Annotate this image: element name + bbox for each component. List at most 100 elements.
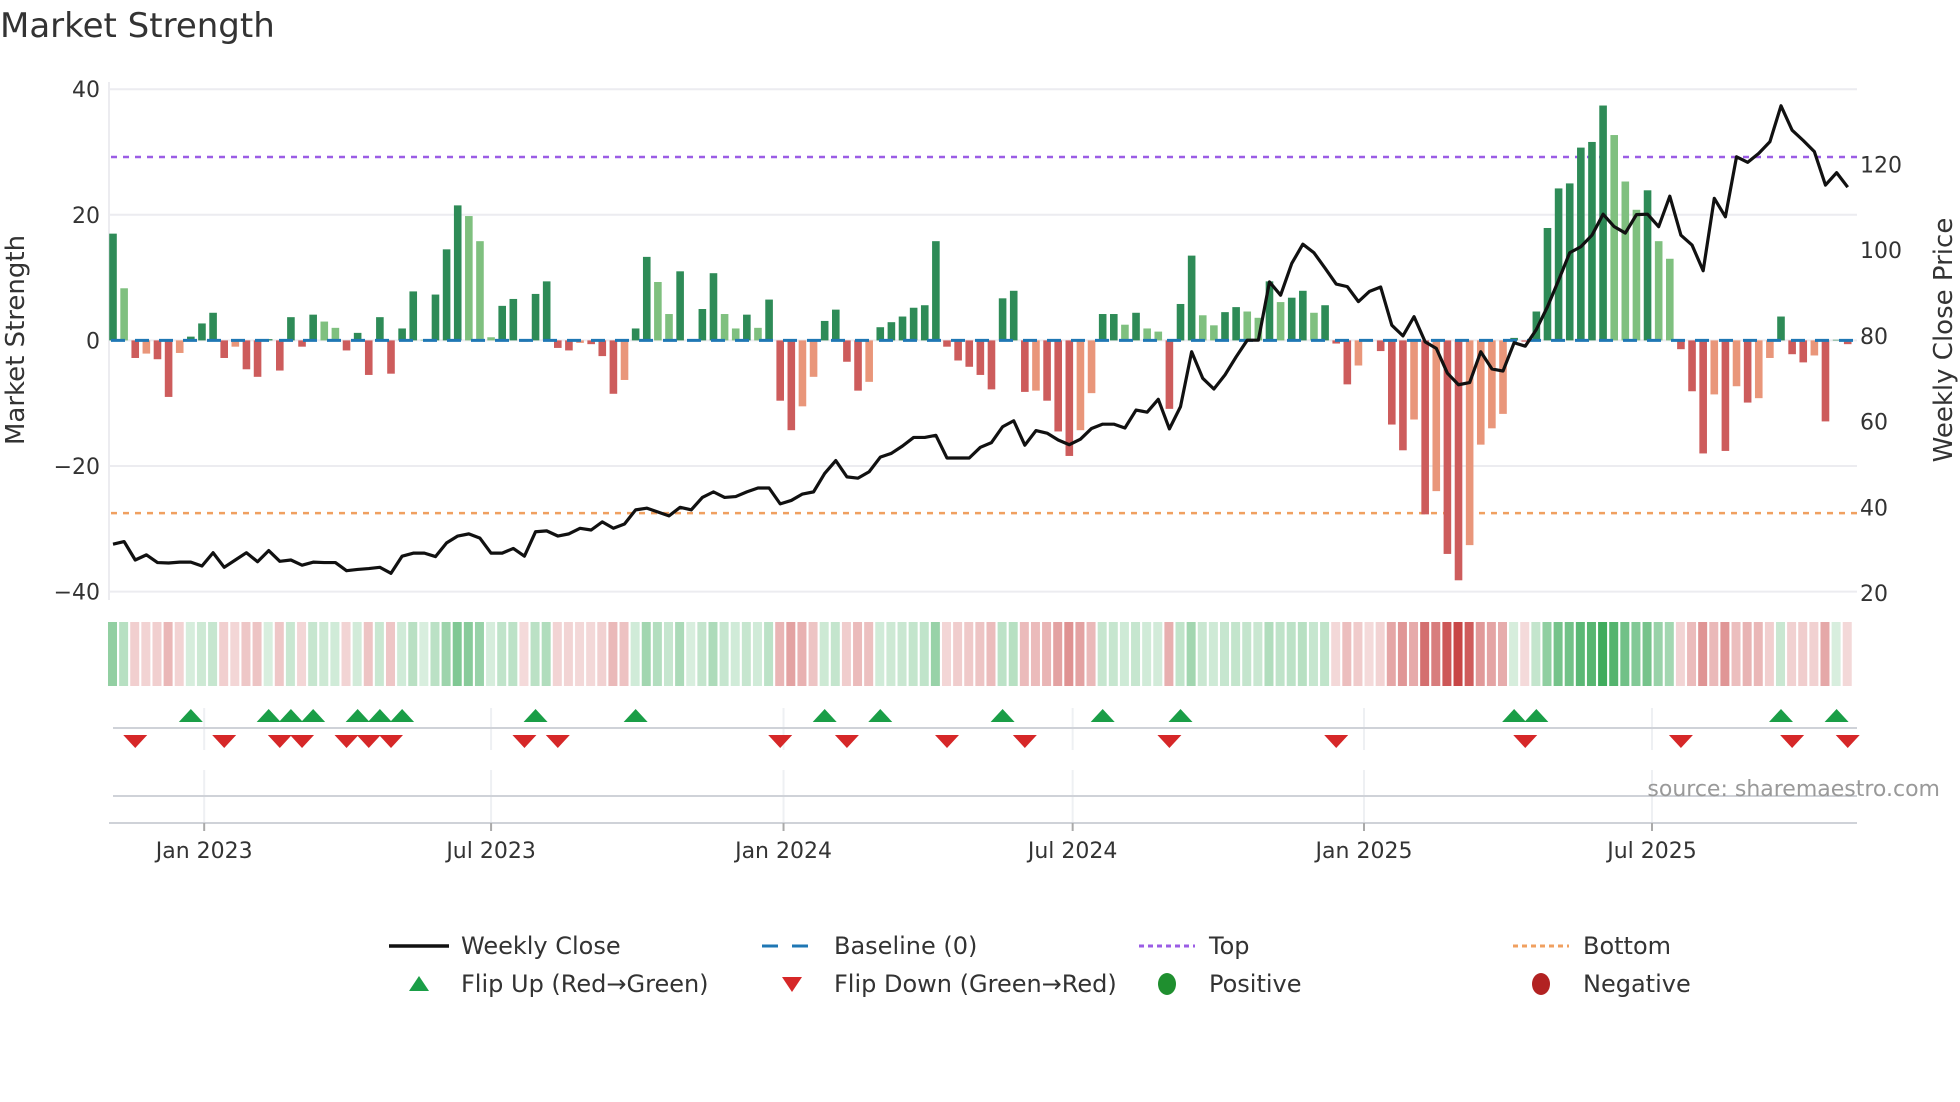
strip-cell (330, 622, 340, 686)
strip-cell (274, 622, 284, 686)
flip-up-marker (868, 709, 893, 722)
strip-cell (1564, 622, 1574, 686)
strip-cell (474, 622, 484, 686)
strip-cell (1475, 622, 1485, 686)
flip-down-marker (768, 735, 793, 748)
strip-cell (1342, 622, 1352, 686)
strength-bar (398, 328, 406, 341)
strength-bar (1543, 227, 1552, 341)
y2-tick-label: 120 (1860, 154, 1902, 179)
legend-label: Top (1209, 932, 1250, 960)
strip-cell (1764, 622, 1774, 686)
strip-cell (441, 622, 451, 686)
strip-cell (841, 622, 851, 686)
legend-item-positive[interactable]: Positive (1137, 968, 1302, 1000)
x-tick-label: Jul 2023 (444, 839, 536, 864)
strip-cell (1119, 622, 1129, 686)
strength-bar (1788, 340, 1796, 355)
strip-cell (463, 622, 473, 686)
strength-bar (1043, 340, 1051, 401)
dashed-line-icon (762, 930, 822, 962)
legend-item-negative[interactable]: Negative (1511, 968, 1691, 1000)
strip-cell (141, 622, 151, 686)
strip-cell (1620, 622, 1630, 686)
flip-up-marker (812, 709, 837, 722)
strength-bar (709, 273, 718, 341)
strip-cell (319, 622, 329, 686)
strip-cell (1509, 622, 1519, 686)
strip-cell (1653, 622, 1663, 686)
legend-label: Bottom (1583, 932, 1672, 960)
strip-cell (1520, 622, 1530, 686)
strength-bar (287, 317, 295, 341)
strength-bar (776, 340, 784, 401)
strip-cell (497, 622, 507, 686)
strip-cell (1698, 622, 1708, 686)
strength-bar (120, 288, 128, 341)
strip-cell (363, 622, 373, 686)
strength-bar (843, 340, 851, 362)
strip-cell (1164, 622, 1174, 686)
strip-cell (1431, 622, 1441, 686)
strength-bar (465, 216, 473, 341)
strip-cell (352, 622, 362, 686)
strength-bar (1276, 302, 1285, 341)
strength-heat-strip (108, 622, 1852, 686)
strength-bar (320, 321, 329, 341)
strength-bar (920, 305, 929, 341)
flip-up-marker (1168, 709, 1193, 722)
strength-bar (1143, 328, 1151, 341)
legend-item-top[interactable]: Top (1137, 930, 1250, 962)
strip-cell (1742, 622, 1752, 686)
strength-bar (1710, 340, 1719, 395)
y2-tick-label: 20 (1860, 582, 1888, 607)
strip-cell (697, 622, 707, 686)
strip-cell (819, 622, 829, 686)
strength-bar (787, 340, 796, 431)
strip-cell (986, 622, 996, 686)
strip-cell (942, 622, 951, 686)
strip-cell (875, 622, 885, 686)
strip-cell (1275, 622, 1285, 686)
strength-bar (198, 323, 206, 341)
strip-cell (1386, 622, 1396, 686)
triangle-up-icon (389, 968, 449, 1000)
legend-item-flip-up-red-green[interactable]: Flip Up (Red→Green) (389, 968, 709, 1000)
strength-bar (943, 340, 951, 347)
strip-cell (1820, 622, 1830, 686)
legend-item-baseline-0[interactable]: Baseline (0) (762, 930, 977, 962)
strip-cell (1053, 622, 1063, 686)
strip-cell (1542, 622, 1552, 686)
strip-cell (675, 622, 685, 686)
strength-bar (175, 340, 184, 353)
strip-cell (964, 622, 974, 686)
flip-up-marker (623, 709, 648, 722)
strength-bar (153, 340, 162, 360)
strip-cell (719, 622, 729, 686)
strength-bar (1087, 340, 1096, 394)
flip-up-marker (178, 709, 203, 722)
y2-tick-label: 60 (1860, 411, 1888, 436)
legend-label: Positive (1209, 970, 1302, 998)
strip-cell (975, 622, 985, 686)
strength-bar (1343, 340, 1352, 385)
flip-down-marker (123, 735, 148, 748)
source-note: source: sharemaestro.com (1647, 777, 1940, 802)
legend-item-bottom[interactable]: Bottom (1511, 930, 1671, 962)
strip-cell (1798, 622, 1808, 686)
strip-cell (1108, 622, 1118, 686)
strip-cell (575, 622, 585, 686)
flip-down-marker (379, 735, 403, 748)
legend-item-flip-down-green-red[interactable]: Flip Down (Green→Red) (762, 968, 1117, 1000)
legend-item-weekly-close[interactable]: Weekly Close (389, 930, 621, 962)
strip-cell (541, 622, 551, 686)
strip-cell (1776, 622, 1785, 686)
flip-down-marker (267, 735, 292, 748)
y-tick-label: 0 (86, 329, 100, 354)
strength-bar (387, 340, 395, 374)
strength-bar (1654, 241, 1663, 341)
strip-cell (775, 622, 785, 686)
strength-bar (987, 340, 996, 390)
strip-cell (1186, 622, 1196, 686)
strength-bar (1321, 305, 1329, 341)
